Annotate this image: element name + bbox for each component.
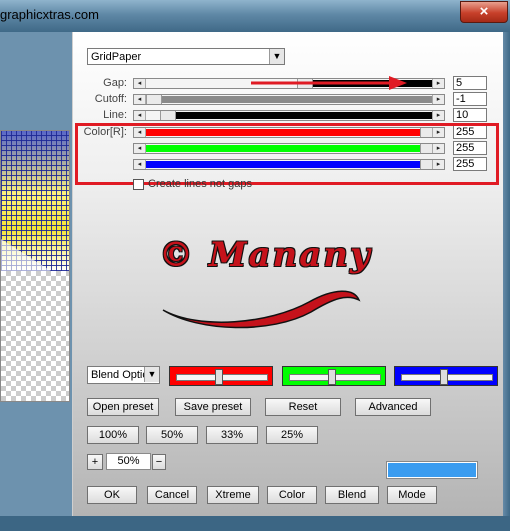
slider-right-arrow-icon[interactable]: ▸ xyxy=(432,111,444,120)
color-preview-swatch[interactable] xyxy=(387,462,477,478)
preset-select[interactable]: GridPaper ▼ xyxy=(87,48,285,65)
chevron-down-icon[interactable]: ▼ xyxy=(269,49,284,64)
value-field-line[interactable]: 10 xyxy=(453,108,487,122)
zoom-25-button[interactable]: 25% xyxy=(266,426,318,444)
slider-label-line: Line: xyxy=(103,109,127,121)
blend-select-value: Blend Optio xyxy=(91,369,149,381)
channel-mini-slider[interactable] xyxy=(289,369,381,385)
blend-options-select[interactable]: Blend Optio ▼ xyxy=(87,366,160,384)
slider-left-arrow-icon[interactable]: ◂ xyxy=(134,79,146,88)
create-lines-checkbox[interactable]: Create lines not gaps xyxy=(133,178,252,190)
xtreme-button[interactable]: Xtreme xyxy=(207,486,259,504)
slider-label-gap: Gap: xyxy=(103,77,127,89)
slider-label-cutoff: Cutoff: xyxy=(94,93,127,105)
blend-button[interactable]: Blend xyxy=(325,486,379,504)
watermark-swoosh xyxy=(162,290,361,329)
channel-mini-thumb[interactable] xyxy=(328,369,336,385)
zoom-in-button[interactable]: + xyxy=(87,454,103,470)
mode-button[interactable]: Mode xyxy=(387,486,437,504)
slider-cutoff[interactable]: ◂ ▸ xyxy=(133,94,445,105)
zoom-50-button[interactable]: 50% xyxy=(146,426,198,444)
window-titlebar: graphicxtras.com × xyxy=(0,0,510,32)
save-preset-button[interactable]: Save preset xyxy=(175,398,251,416)
slider-left-arrow-icon[interactable]: ◂ xyxy=(134,95,146,104)
chevron-down-icon[interactable]: ▼ xyxy=(144,367,159,382)
slider-track xyxy=(160,96,434,103)
channel-swatch[interactable] xyxy=(394,366,498,386)
arrow-annotation-icon xyxy=(251,76,407,90)
zoom-33-button[interactable]: 33% xyxy=(206,426,258,444)
close-button[interactable]: × xyxy=(460,1,508,23)
value-field-gap[interactable]: 5 xyxy=(453,76,487,90)
slider-thumb[interactable] xyxy=(160,111,176,120)
preset-select-value: GridPaper xyxy=(91,51,142,63)
window-title: graphicxtras.com xyxy=(0,7,99,22)
channel-mini-thumb[interactable] xyxy=(440,369,448,385)
zoom-out-button[interactable]: − xyxy=(152,454,166,470)
preview-canvas[interactable] xyxy=(0,130,70,402)
checkbox-box[interactable] xyxy=(133,178,144,190)
value-field-cutoff[interactable]: -1 xyxy=(453,92,487,106)
open-preset-button[interactable]: Open preset xyxy=(87,398,159,416)
window-frame-bottom xyxy=(0,516,510,531)
zoom-100-button[interactable]: 100% xyxy=(87,426,139,444)
slider-line[interactable]: ◂ ▸ xyxy=(133,110,445,121)
channel-mini-slider[interactable] xyxy=(401,369,493,385)
channel-swatch[interactable] xyxy=(169,366,273,386)
plugin-dialog: GridPaper ▼ Gap: ◂ ▸ 5 Cutoff: ◂ ▸ -1 Line: ◂ ▸ 10 C… xyxy=(72,32,503,516)
window-frame-right xyxy=(502,32,510,531)
slider-right-arrow-icon[interactable]: ▸ xyxy=(432,79,444,88)
preview-diagonal xyxy=(1,239,51,271)
reset-button[interactable]: Reset xyxy=(265,398,341,416)
channel-swatch[interactable] xyxy=(282,366,386,386)
slider-left-arrow-icon[interactable]: ◂ xyxy=(134,111,146,120)
color-button[interactable]: Color xyxy=(267,486,317,504)
advanced-button[interactable]: Advanced xyxy=(355,398,431,416)
ok-button[interactable]: OK xyxy=(87,486,137,504)
channel-mini-thumb[interactable] xyxy=(215,369,223,385)
zoom-value-field[interactable]: 50% xyxy=(106,453,151,470)
slider-track xyxy=(174,112,434,119)
slider-thumb[interactable] xyxy=(146,95,162,104)
create-lines-label: Create lines not gaps xyxy=(148,178,252,190)
channel-mini-slider[interactable] xyxy=(176,369,268,385)
highlight-box xyxy=(75,123,499,185)
slider-right-arrow-icon[interactable]: ▸ xyxy=(432,95,444,104)
cancel-button[interactable]: Cancel xyxy=(147,486,197,504)
